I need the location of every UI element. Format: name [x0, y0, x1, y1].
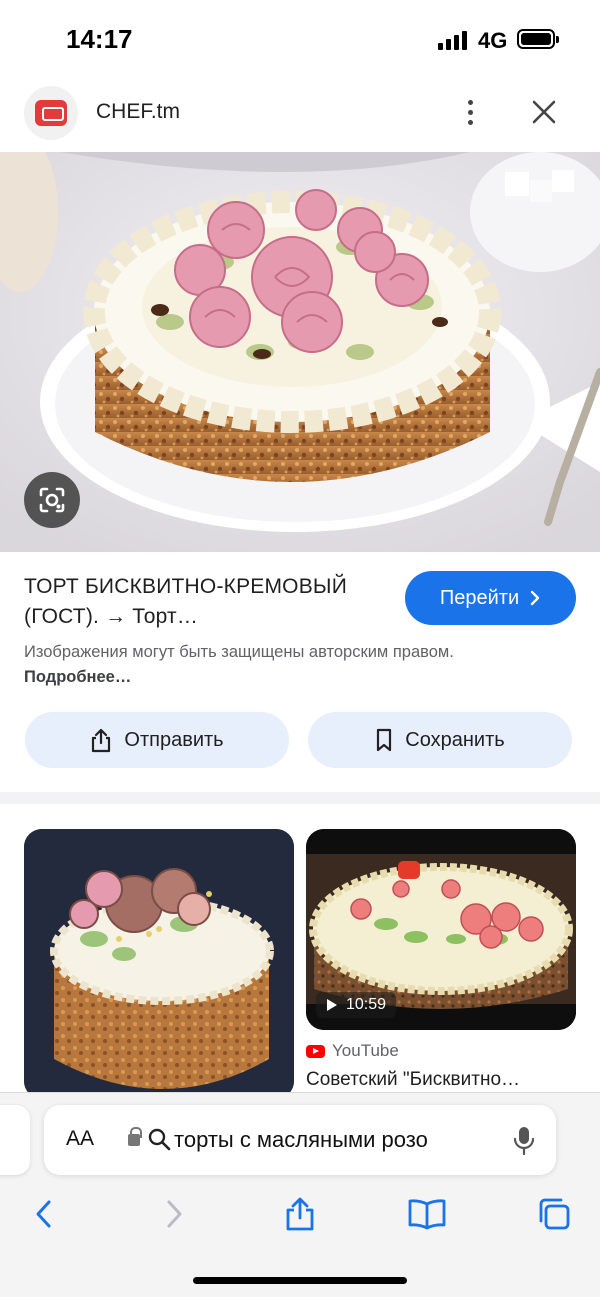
source-header: CHEF.tm [0, 82, 600, 144]
tabs-icon[interactable] [532, 1192, 576, 1236]
result-title[interactable]: ТОРТ БИСКВИТНО-КРЕМОВЫЙ (ГОСТ). → Торт… [24, 572, 394, 632]
text-size-button[interactable]: AA [66, 1127, 94, 1151]
copyright-text: Изображения могут быть защищены авторски… [24, 643, 454, 661]
chef-logo-icon[interactable] [24, 86, 78, 140]
share-sheet-icon[interactable] [278, 1192, 322, 1236]
video-source: YouTube [306, 1041, 399, 1061]
forward-icon[interactable] [152, 1192, 196, 1236]
result-image[interactable] [0, 152, 600, 552]
video-duration: 10:59 [316, 992, 397, 1018]
home-indicator[interactable] [193, 1277, 407, 1284]
play-icon [327, 999, 337, 1011]
youtube-icon [306, 1044, 325, 1058]
related-cake-photo [24, 829, 294, 1099]
browser-toolbar [0, 1188, 600, 1238]
cake-photo [0, 152, 600, 552]
related-image[interactable] [24, 829, 294, 1099]
source-name[interactable]: CHEF.tm [96, 100, 180, 124]
copyright-notice: Изображения могут быть защищены авторски… [24, 640, 464, 690]
save-button[interactable]: Сохранить [308, 712, 572, 768]
section-divider [0, 792, 600, 804]
battery-icon [517, 29, 559, 49]
lock-icon [128, 1127, 142, 1146]
chevron-right-icon [530, 590, 540, 606]
save-button-label: Сохранить [405, 728, 505, 751]
back-icon[interactable] [22, 1192, 66, 1236]
network-type: 4G [478, 28, 508, 53]
mic-icon[interactable] [512, 1125, 536, 1162]
video-source-label: YouTube [332, 1041, 399, 1060]
visit-button-label: Перейти [439, 586, 520, 609]
video-title[interactable]: Советский "Бисквитно… [306, 1069, 576, 1091]
lens-icon[interactable] [24, 472, 80, 528]
visit-button[interactable]: Перейти [405, 571, 576, 625]
learn-more-link[interactable]: Подробнее… [24, 668, 131, 686]
share-button-label: Отправить [124, 728, 224, 751]
related-video[interactable]: 10:59 [306, 829, 576, 1030]
search-icon [147, 1127, 173, 1158]
signal-icon [438, 30, 467, 50]
status-bar: 14:17 4G [0, 0, 600, 80]
more-vert-icon[interactable] [452, 92, 488, 132]
status-time: 14:17 [66, 24, 133, 54]
address-bar[interactable]: AA торты с масляными розо [44, 1105, 556, 1175]
close-icon[interactable] [526, 94, 562, 130]
bookmarks-icon[interactable] [405, 1192, 449, 1236]
bookmark-icon [377, 728, 392, 752]
previous-tab-stub[interactable] [0, 1105, 30, 1175]
address-query[interactable]: торты с масляными розо [174, 1127, 484, 1153]
share-button[interactable]: Отправить [25, 712, 289, 768]
share-icon [92, 728, 111, 753]
video-duration-text: 10:59 [346, 996, 387, 1013]
